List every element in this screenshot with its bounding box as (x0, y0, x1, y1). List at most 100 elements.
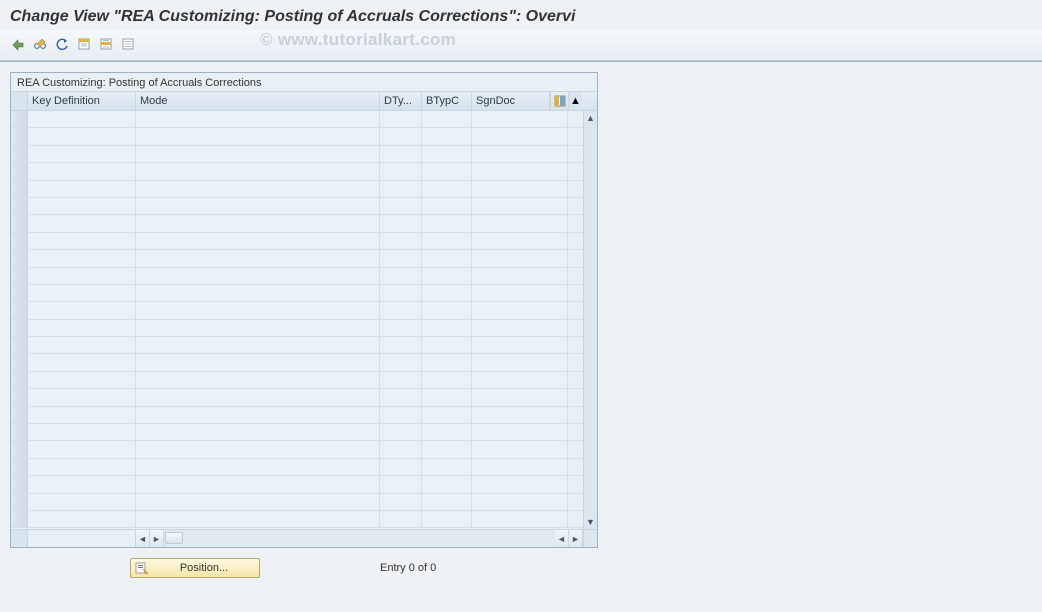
col-header-mode[interactable]: Mode (136, 92, 380, 110)
cell-btypc[interactable] (422, 163, 472, 179)
row-selector[interactable] (11, 163, 28, 179)
cell-dty[interactable] (380, 111, 422, 127)
table-row[interactable] (11, 233, 583, 250)
select-block-icon[interactable] (96, 34, 116, 54)
cell-btypc[interactable] (422, 215, 472, 231)
cell-mode[interactable] (136, 494, 380, 510)
cell-sgndoc[interactable] (472, 215, 568, 231)
row-selector[interactable] (11, 128, 28, 144)
row-selector[interactable] (11, 494, 28, 510)
cell-sgndoc[interactable] (472, 389, 568, 405)
cell-sgndoc[interactable] (472, 511, 568, 527)
scroll-left2-button[interactable]: ◄ (555, 530, 569, 547)
table-row[interactable] (11, 441, 583, 458)
cell-mode[interactable] (136, 476, 380, 492)
cell-sgndoc[interactable] (472, 181, 568, 197)
table-row[interactable] (11, 128, 583, 145)
cell-key-definition[interactable] (28, 128, 136, 144)
cell-mode[interactable] (136, 459, 380, 475)
cell-mode[interactable] (136, 111, 380, 127)
cell-mode[interactable] (136, 354, 380, 370)
cell-btypc[interactable] (422, 337, 472, 353)
row-selector[interactable] (11, 111, 28, 127)
cell-key-definition[interactable] (28, 372, 136, 388)
cell-sgndoc[interactable] (472, 459, 568, 475)
cell-mode[interactable] (136, 215, 380, 231)
cell-sgndoc[interactable] (472, 337, 568, 353)
row-selector[interactable] (11, 181, 28, 197)
cell-sgndoc[interactable] (472, 128, 568, 144)
row-selector[interactable] (11, 337, 28, 353)
cell-dty[interactable] (380, 198, 422, 214)
cell-dty[interactable] (380, 181, 422, 197)
table-row[interactable] (11, 389, 583, 406)
cell-key-definition[interactable] (28, 354, 136, 370)
hscroll-track[interactable] (164, 530, 555, 547)
cell-dty[interactable] (380, 354, 422, 370)
table-row[interactable] (11, 407, 583, 424)
table-row[interactable] (11, 354, 583, 371)
cell-key-definition[interactable] (28, 268, 136, 284)
cell-mode[interactable] (136, 268, 380, 284)
table-row[interactable] (11, 198, 583, 215)
cell-btypc[interactable] (422, 181, 472, 197)
cell-dty[interactable] (380, 302, 422, 318)
cell-key-definition[interactable] (28, 302, 136, 318)
row-selector[interactable] (11, 354, 28, 370)
table-row[interactable] (11, 285, 583, 302)
cell-dty[interactable] (380, 476, 422, 492)
table-row[interactable] (11, 215, 583, 232)
row-selector[interactable] (11, 302, 28, 318)
cell-sgndoc[interactable] (472, 441, 568, 457)
cell-mode[interactable] (136, 424, 380, 440)
cell-btypc[interactable] (422, 302, 472, 318)
table-row[interactable] (11, 476, 583, 493)
cell-btypc[interactable] (422, 128, 472, 144)
cell-btypc[interactable] (422, 372, 472, 388)
cell-dty[interactable] (380, 511, 422, 527)
cell-sgndoc[interactable] (472, 285, 568, 301)
cell-key-definition[interactable] (28, 441, 136, 457)
cell-mode[interactable] (136, 285, 380, 301)
cell-key-definition[interactable] (28, 511, 136, 527)
cell-key-definition[interactable] (28, 337, 136, 353)
cell-dty[interactable] (380, 268, 422, 284)
cell-mode[interactable] (136, 250, 380, 266)
cell-key-definition[interactable] (28, 494, 136, 510)
cell-mode[interactable] (136, 511, 380, 527)
cell-sgndoc[interactable] (472, 268, 568, 284)
table-row[interactable] (11, 302, 583, 319)
row-selector[interactable] (11, 476, 28, 492)
select-all-icon[interactable] (74, 34, 94, 54)
cell-mode[interactable] (136, 146, 380, 162)
row-selector[interactable] (11, 215, 28, 231)
glasses-pencil-icon[interactable] (30, 34, 50, 54)
cell-key-definition[interactable] (28, 181, 136, 197)
hscroll-thumb[interactable] (165, 532, 183, 544)
table-row[interactable] (11, 320, 583, 337)
col-header-btypc[interactable]: BTypC (422, 92, 472, 110)
cell-key-definition[interactable] (28, 285, 136, 301)
cell-sgndoc[interactable] (472, 302, 568, 318)
cell-sgndoc[interactable] (472, 494, 568, 510)
cell-sgndoc[interactable] (472, 320, 568, 336)
row-selector[interactable] (11, 320, 28, 336)
cell-key-definition[interactable] (28, 146, 136, 162)
table-row[interactable] (11, 181, 583, 198)
cell-dty[interactable] (380, 389, 422, 405)
row-selector[interactable] (11, 511, 28, 527)
cell-btypc[interactable] (422, 320, 472, 336)
cell-btypc[interactable] (422, 268, 472, 284)
vertical-scrollbar[interactable]: ▲ ▼ (583, 111, 597, 529)
cell-dty[interactable] (380, 285, 422, 301)
cell-btypc[interactable] (422, 111, 472, 127)
cell-mode[interactable] (136, 128, 380, 144)
cell-dty[interactable] (380, 215, 422, 231)
cell-dty[interactable] (380, 372, 422, 388)
col-header-key-definition[interactable]: Key Definition (28, 92, 136, 110)
cell-dty[interactable] (380, 146, 422, 162)
scroll-left-button[interactable]: ◄ (136, 530, 150, 547)
cell-key-definition[interactable] (28, 233, 136, 249)
scroll-right-button[interactable]: ► (150, 530, 164, 547)
row-selector[interactable] (11, 441, 28, 457)
